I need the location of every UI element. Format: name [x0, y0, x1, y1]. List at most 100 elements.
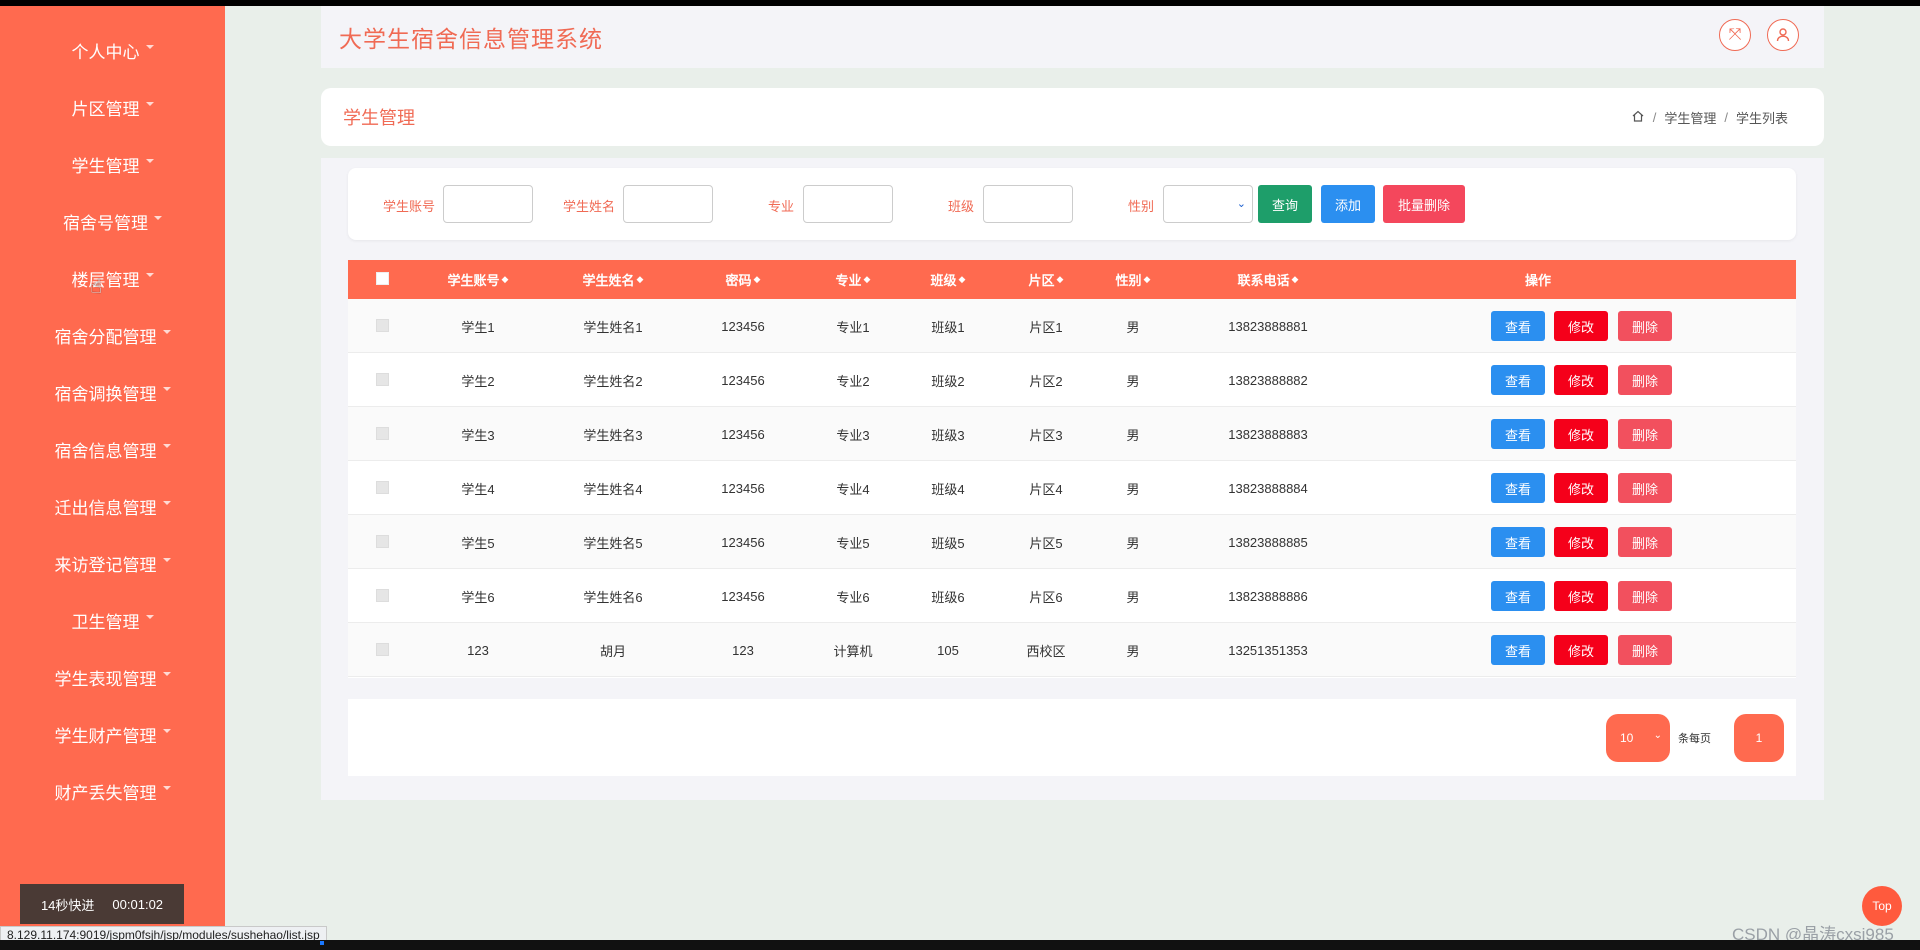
class-input[interactable] — [983, 185, 1073, 223]
breadcrumb-separator: / — [1652, 109, 1657, 125]
edit-button[interactable]: 修改 — [1554, 581, 1608, 611]
cell-password: 123456 — [721, 588, 765, 604]
cell-class: 班级3 — [931, 427, 965, 443]
row-checkbox[interactable] — [376, 373, 389, 386]
cell-class: 班级6 — [931, 589, 965, 605]
cell-major: 专业4 — [836, 481, 870, 497]
sidebar-item-6[interactable]: 宿舍调换管理 — [0, 372, 225, 412]
delete-button[interactable]: 删除 — [1618, 581, 1672, 611]
edit-button[interactable]: 修改 — [1554, 311, 1608, 341]
breadcrumb-separator: / — [1724, 109, 1728, 125]
home-icon[interactable] — [1631, 109, 1645, 126]
top-header: 大学生宿舍信息管理系统 ⤧ — [321, 6, 1824, 68]
sidebar-item-label: 宿舍号管理 — [63, 213, 148, 233]
header-phone[interactable]: 联系电话 ◆ — [1208, 260, 1328, 299]
delete-button[interactable]: 删除 — [1618, 419, 1672, 449]
sidebar-item-4[interactable]: 楼层管理 — [0, 258, 225, 298]
view-button[interactable]: 查看 — [1491, 527, 1545, 557]
edit-button[interactable]: 修改 — [1554, 473, 1608, 503]
header-password[interactable]: 密码 ◆ — [703, 260, 783, 299]
cell-area: 片区4 — [1029, 481, 1063, 497]
sort-icon: ◆ — [501, 274, 509, 284]
edit-button[interactable]: 修改 — [1554, 635, 1608, 665]
sidebar-item-13[interactable]: 财产丢失管理 — [0, 771, 225, 811]
view-button[interactable]: 查看 — [1491, 581, 1545, 611]
table-row: 学生5 学生姓名5 123456 专业5 班级5 片区5 男 13823888885 查看 修改删… — [348, 515, 1796, 569]
header-gender[interactable]: 性别 ◆ — [1093, 260, 1173, 299]
cell-password: 123456 — [721, 426, 765, 442]
row-checkbox[interactable] — [376, 427, 389, 440]
header-area[interactable]: 片区 ◆ — [1006, 260, 1086, 299]
sidebar-item-7[interactable]: 宿舍信息管理 — [0, 429, 225, 469]
sidebar-item-9[interactable]: 来访登记管理 — [0, 543, 225, 583]
sidebar-item-label: 学生管理 — [71, 156, 140, 176]
header-gender-label: 性别 — [1115, 273, 1142, 288]
query-button[interactable]: 查询 — [1258, 185, 1312, 223]
name-input[interactable] — [623, 185, 713, 223]
header-name[interactable]: 学生姓名 ◆ — [568, 260, 658, 299]
add-button[interactable]: 添加 — [1321, 185, 1375, 223]
timer-label: 14秒快进 — [40, 897, 95, 913]
cell-phone: 13823888881 — [1228, 318, 1308, 334]
cell-class: 班级1 — [931, 319, 965, 335]
view-button[interactable]: 查看 — [1491, 635, 1545, 665]
taskbar-indicator — [320, 941, 324, 945]
row-checkbox[interactable] — [376, 643, 389, 656]
cell-gender: 男 — [1126, 589, 1140, 605]
breadcrumb-card: 学生管理 / 学生管理 / 学生列表 — [321, 88, 1824, 146]
view-button[interactable]: 查看 — [1491, 473, 1545, 503]
cell-area: 西校区 — [1026, 643, 1066, 659]
fullscreen-icon[interactable]: ⤧ — [1719, 19, 1751, 51]
cell-major: 专业2 — [836, 373, 870, 389]
page-size-select[interactable]: 10 ⌄ — [1606, 714, 1670, 762]
header-class[interactable]: 班级 ◆ — [908, 260, 988, 299]
view-button[interactable]: 查看 — [1491, 365, 1545, 395]
select-all-checkbox[interactable] — [376, 272, 389, 285]
user-icon[interactable] — [1767, 19, 1799, 51]
sidebar-item-3[interactable]: 宿舍号管理 — [0, 201, 225, 241]
sidebar-item-2[interactable]: 学生管理 — [0, 144, 225, 184]
sidebar-item-12[interactable]: 学生财产管理 — [0, 714, 225, 754]
batch-delete-button[interactable]: 批量删除 — [1383, 185, 1465, 223]
caret-down-icon — [162, 387, 171, 391]
cell-account: 123 — [467, 642, 489, 658]
search-form: 学生账号 学生姓名 专业 班级 性别 ⌄ 查询 添加 批量删除 — [348, 168, 1796, 240]
view-button[interactable]: 查看 — [1491, 311, 1545, 341]
edit-button[interactable]: 修改 — [1554, 527, 1608, 557]
page-button-1[interactable]: 1 — [1734, 714, 1784, 762]
timer-time: 00:01:02 — [112, 896, 164, 912]
delete-button[interactable]: 删除 — [1618, 473, 1672, 503]
header-account[interactable]: 学生账号 ◆ — [438, 260, 518, 299]
breadcrumb-item-student-management[interactable]: 学生管理 — [1664, 108, 1716, 127]
delete-button[interactable]: 删除 — [1618, 311, 1672, 341]
cell-major: 专业6 — [836, 589, 870, 605]
account-input[interactable] — [443, 185, 533, 223]
gender-select[interactable]: ⌄ — [1163, 185, 1253, 223]
row-checkbox[interactable] — [376, 319, 389, 332]
hand-cursor-icon: ☝ — [90, 276, 103, 298]
cell-phone: 13823888886 — [1228, 588, 1308, 604]
name-label: 学生姓名 — [563, 199, 616, 214]
sidebar-item-5[interactable]: 宿舍分配管理 — [0, 315, 225, 355]
sort-icon: ◆ — [1056, 274, 1064, 284]
sidebar-item-label: 来访登记管理 — [54, 555, 157, 575]
row-checkbox[interactable] — [376, 589, 389, 602]
sidebar-item-0[interactable]: 个人中心 — [0, 30, 225, 70]
delete-button[interactable]: 删除 — [1618, 527, 1672, 557]
cell-class: 班级4 — [931, 481, 965, 497]
sidebar-item-11[interactable]: 学生表现管理 — [0, 657, 225, 697]
sidebar-item-label: 楼层管理 — [71, 270, 140, 290]
major-input[interactable] — [803, 185, 893, 223]
edit-button[interactable]: 修改 — [1554, 419, 1608, 449]
edit-button[interactable]: 修改 — [1554, 365, 1608, 395]
sidebar-item-8[interactable]: 迁出信息管理 — [0, 486, 225, 526]
delete-button[interactable]: 删除 — [1618, 635, 1672, 665]
sidebar-item-10[interactable]: 卫生管理 — [0, 600, 225, 640]
view-button[interactable]: 查看 — [1491, 419, 1545, 449]
row-checkbox[interactable] — [376, 535, 389, 548]
delete-button[interactable]: 删除 — [1618, 365, 1672, 395]
row-checkbox[interactable] — [376, 481, 389, 494]
header-major[interactable]: 专业 ◆ — [813, 260, 893, 299]
cell-phone: 13823888882 — [1228, 372, 1308, 388]
sidebar-item-1[interactable]: 片区管理 — [0, 87, 225, 127]
